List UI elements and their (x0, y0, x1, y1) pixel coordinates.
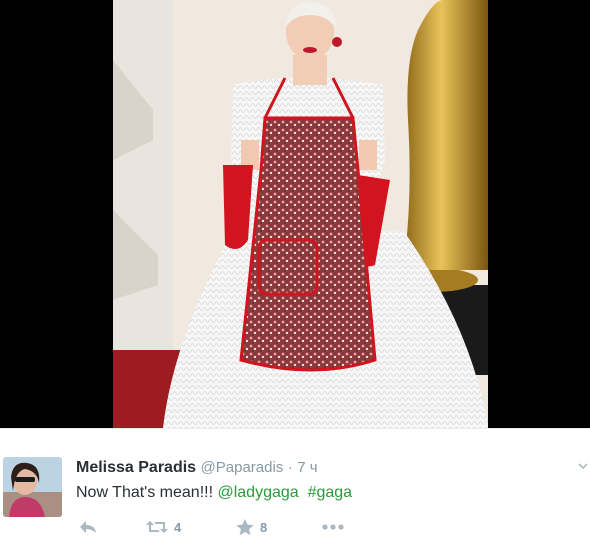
retweet-count: 4 (174, 519, 182, 535)
tweet: Melissa Paradis @Paparadis · 7 ч Now Tha… (0, 428, 590, 538)
hashtag-link[interactable]: #gaga (308, 484, 353, 501)
more-dots-icon (322, 524, 344, 530)
tweet-actions: 4 8 (76, 517, 376, 537)
retweet-icon (146, 521, 168, 533)
tweet-media[interactable] (0, 0, 590, 428)
user-handle[interactable]: @Paparadis (201, 459, 284, 476)
tweet-text: Now That's mean!!! @ladygaga #gaga (76, 483, 352, 503)
chevron-down-icon[interactable] (578, 459, 588, 470)
tweet-text-gap (299, 484, 308, 501)
avatar[interactable] (3, 457, 62, 517)
favorite-button[interactable]: 8 (236, 517, 267, 537)
display-name[interactable]: Melissa Paradis (76, 459, 196, 476)
tweet-header: Melissa Paradis @Paparadis · 7 ч (76, 459, 318, 477)
tweet-text-lead: Now That's mean!!! (76, 484, 218, 501)
favorite-count: 8 (260, 519, 268, 535)
more-button[interactable] (322, 517, 344, 537)
reply-icon (80, 521, 96, 533)
star-icon (236, 518, 254, 535)
user-avatar-image (3, 457, 62, 517)
separator-dot: · (287, 459, 293, 476)
mention-link[interactable]: @ladygaga (217, 484, 298, 501)
red-carpet-photo (113, 0, 488, 428)
timestamp[interactable]: 7 ч (297, 459, 317, 476)
tweet-photo[interactable] (113, 0, 488, 428)
reply-button[interactable] (78, 517, 98, 537)
retweet-button[interactable]: 4 (146, 517, 181, 537)
